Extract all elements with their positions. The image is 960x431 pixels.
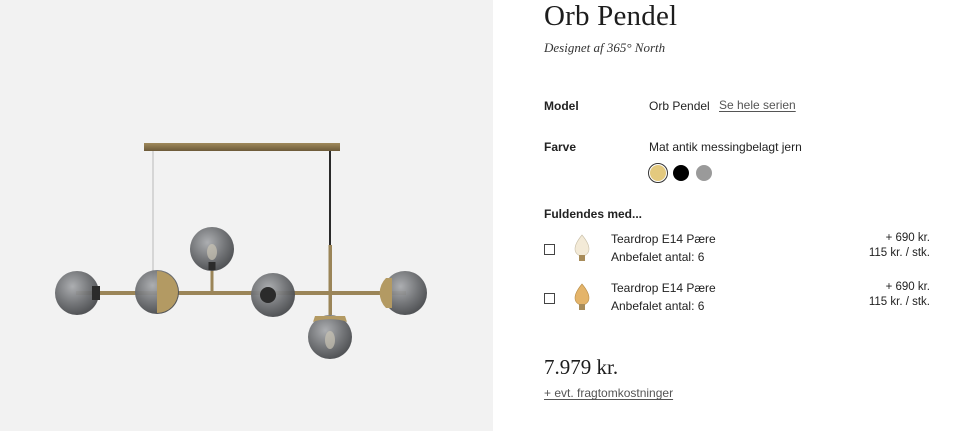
product-price: 7.979 kr. [544, 355, 619, 379]
model-value: Orb Pendel [649, 99, 710, 113]
addons-title: Fuldendes med... [544, 207, 643, 221]
addon-name: Teardrop E14 Pære [611, 281, 716, 295]
addon-unit-price: 115 kr. / stk. [868, 296, 930, 308]
product-image-panel [0, 0, 493, 431]
addon-quantity: Anbefalet antal: 6 [611, 250, 705, 264]
color-label: Farve [544, 140, 577, 154]
model-label: Model [544, 99, 579, 113]
addon-unit-price: 115 kr. / stk. [868, 247, 930, 259]
bulb-icon [574, 234, 590, 261]
addon-price: + 690 kr. [885, 232, 930, 244]
addon-checkbox[interactable] [544, 293, 555, 304]
addon-quantity: Anbefalet antal: 6 [611, 299, 705, 313]
shipping-costs-link[interactable]: + evt. fragtomkostninger [544, 386, 673, 400]
addon-item: Teardrop E14 Pære Anbefalet antal: 6 + 6… [544, 232, 934, 272]
see-series-link[interactable]: Se hele serien [719, 98, 796, 112]
product-image [55, 143, 427, 359]
product-designer: Designet af 365° North [544, 40, 666, 55]
addon-name: Teardrop E14 Pære [611, 232, 716, 246]
color-value: Mat antik messingbelagt jern [649, 140, 802, 154]
product-info: Orb Pendel Designet af 365° North Model … [544, 0, 944, 431]
product-title: Orb Pendel [544, 0, 678, 32]
color-swatch-brass[interactable] [647, 162, 669, 184]
addon-item: Teardrop E14 Pære Anbefalet antal: 6 + 6… [544, 281, 934, 321]
bulb-icon [574, 283, 590, 310]
addon-checkbox[interactable] [544, 244, 555, 255]
addon-price: + 690 kr. [885, 281, 930, 293]
color-swatch-grey[interactable] [696, 165, 712, 181]
color-swatch-black[interactable] [673, 165, 689, 181]
